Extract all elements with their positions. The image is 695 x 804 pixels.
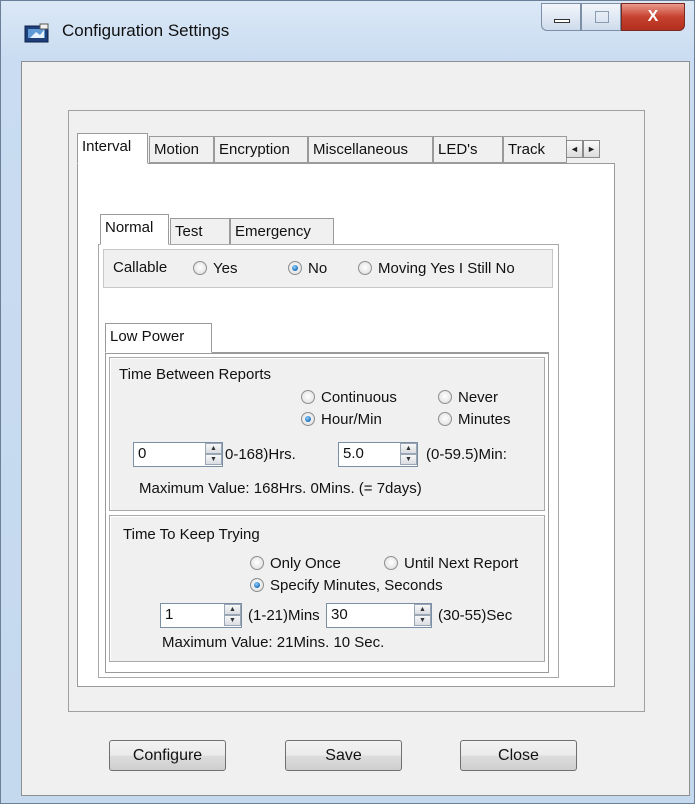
trying-specify-label: Specify Minutes, Seconds bbox=[270, 577, 443, 594]
minimize-icon bbox=[554, 19, 570, 23]
trying-title: Time To Keep Trying bbox=[123, 526, 260, 543]
radio-checked-icon bbox=[301, 412, 315, 426]
reports-minutes-radio[interactable]: Minutes bbox=[438, 410, 511, 430]
callable-label: Callable bbox=[113, 259, 168, 276]
tab-scroll-left-icon[interactable]: ◄ bbox=[566, 140, 583, 158]
hours-spin-arrows[interactable]: ▲ ▼ bbox=[205, 443, 222, 466]
reports-continuous-radio[interactable]: Continuous bbox=[301, 388, 397, 408]
radio-checked-icon bbox=[250, 578, 264, 592]
window-title: Configuration Settings bbox=[62, 21, 230, 40]
reports-hourmin-radio[interactable]: Hour/Min bbox=[301, 410, 382, 430]
interval-tab-page: Normal Test Emergency Callable Yes No Mo… bbox=[77, 163, 615, 687]
minutes-spinner[interactable]: 5.0 ▲ ▼ bbox=[338, 442, 418, 467]
callable-no-label: No bbox=[308, 260, 328, 277]
reports-never-label: Never bbox=[458, 389, 499, 406]
spin-down-icon[interactable]: ▼ bbox=[224, 615, 241, 626]
secs-spin-arrows[interactable]: ▲ ▼ bbox=[414, 604, 431, 627]
spin-down-icon[interactable]: ▼ bbox=[400, 454, 417, 465]
tab-normal[interactable]: Normal bbox=[100, 214, 169, 245]
spin-down-icon[interactable]: ▼ bbox=[205, 454, 222, 465]
spin-up-icon[interactable]: ▲ bbox=[400, 443, 417, 454]
radio-icon bbox=[438, 412, 452, 426]
mins-range-label: (1-21)Mins bbox=[248, 607, 320, 624]
hours-spinner[interactable]: 0 ▲ ▼ bbox=[133, 442, 223, 467]
radio-icon bbox=[250, 556, 264, 570]
spin-up-icon[interactable]: ▲ bbox=[414, 604, 431, 615]
title-bar[interactable]: Configuration Settings X bbox=[1, 1, 694, 61]
normal-tab-page: Callable Yes No Moving Yes I Still No Lo… bbox=[98, 244, 559, 678]
close-window-button[interactable]: X bbox=[621, 3, 685, 31]
tab-miscellaneous[interactable]: Miscellaneous bbox=[308, 136, 433, 163]
radio-checked-icon bbox=[288, 261, 302, 275]
reports-hourmin-label: Hour/Min bbox=[321, 411, 382, 428]
tab-emergency[interactable]: Emergency bbox=[230, 218, 334, 245]
callable-moving-radio[interactable]: Moving Yes I Still No bbox=[358, 259, 515, 279]
tab-interval[interactable]: Interval bbox=[77, 133, 148, 164]
close-icon: X bbox=[647, 8, 659, 25]
radio-icon bbox=[358, 261, 372, 275]
tab-track[interactable]: Track bbox=[503, 136, 567, 163]
reports-title: Time Between Reports bbox=[119, 366, 272, 383]
spin-up-icon[interactable]: ▲ bbox=[224, 604, 241, 615]
spin-up-icon[interactable]: ▲ bbox=[205, 443, 222, 454]
settings-panel: Interval Motion Encryption Miscellaneous… bbox=[68, 110, 645, 712]
hours-range-label: 0-168)Hrs. bbox=[225, 446, 296, 463]
callable-moving-label: Moving Yes I Still No bbox=[378, 260, 515, 277]
tab-low-power[interactable]: Low Power bbox=[105, 323, 212, 353]
radio-icon bbox=[384, 556, 398, 570]
radio-icon bbox=[438, 390, 452, 404]
reports-minutes-label: Minutes bbox=[458, 411, 511, 428]
mins-spinner[interactable]: 1 ▲ ▼ bbox=[160, 603, 242, 628]
tab-motion[interactable]: Motion bbox=[149, 136, 214, 163]
trying-specify-radio[interactable]: Specify Minutes, Seconds bbox=[250, 576, 443, 596]
reports-never-radio[interactable]: Never bbox=[438, 388, 498, 408]
maximize-icon bbox=[595, 11, 609, 23]
maximize-button[interactable] bbox=[581, 3, 621, 31]
configure-button[interactable]: Configure bbox=[109, 740, 226, 771]
callable-yes-label: Yes bbox=[213, 260, 238, 277]
radio-icon bbox=[193, 261, 207, 275]
trying-max-value: Maximum Value: 21Mins. 10 Sec. bbox=[162, 634, 385, 651]
tab-scroll-right-icon[interactable]: ► bbox=[583, 140, 600, 158]
time-to-keep-trying-group: Time To Keep Trying Only Once Until Next… bbox=[109, 515, 545, 662]
trying-next-report-label: Until Next Report bbox=[404, 555, 519, 572]
minutes-spin-arrows[interactable]: ▲ ▼ bbox=[400, 443, 417, 466]
time-between-reports-group: Time Between Reports Continuous Never Ho… bbox=[109, 357, 545, 511]
tab-encryption[interactable]: Encryption bbox=[214, 136, 308, 163]
reports-continuous-label: Continuous bbox=[321, 389, 397, 406]
tab-test[interactable]: Test bbox=[170, 218, 230, 245]
trying-once-label: Only Once bbox=[270, 555, 341, 572]
close-button[interactable]: Close bbox=[460, 740, 577, 771]
tab-leds[interactable]: LED's bbox=[433, 136, 503, 163]
save-button[interactable]: Save bbox=[285, 740, 402, 771]
trying-once-radio[interactable]: Only Once bbox=[250, 554, 341, 574]
reports-max-value: Maximum Value: 168Hrs. 0Mins. (= 7days) bbox=[139, 480, 422, 497]
callable-no-radio[interactable]: No bbox=[288, 259, 327, 279]
app-icon bbox=[24, 23, 49, 43]
mins-spin-arrows[interactable]: ▲ ▼ bbox=[224, 604, 241, 627]
minimize-button[interactable] bbox=[541, 3, 581, 31]
minutes-range-label: (0-59.5)Min: bbox=[426, 446, 507, 463]
secs-range-label: (30-55)Sec bbox=[438, 607, 513, 624]
window: Configuration Settings X Interval Motion… bbox=[0, 0, 695, 804]
radio-icon bbox=[301, 390, 315, 404]
client-area: Interval Motion Encryption Miscellaneous… bbox=[21, 61, 690, 796]
callable-yes-radio[interactable]: Yes bbox=[193, 259, 237, 279]
secs-spinner[interactable]: 30 ▲ ▼ bbox=[326, 603, 432, 628]
spin-down-icon[interactable]: ▼ bbox=[414, 615, 431, 626]
trying-next-report-radio[interactable]: Until Next Report bbox=[384, 554, 518, 574]
